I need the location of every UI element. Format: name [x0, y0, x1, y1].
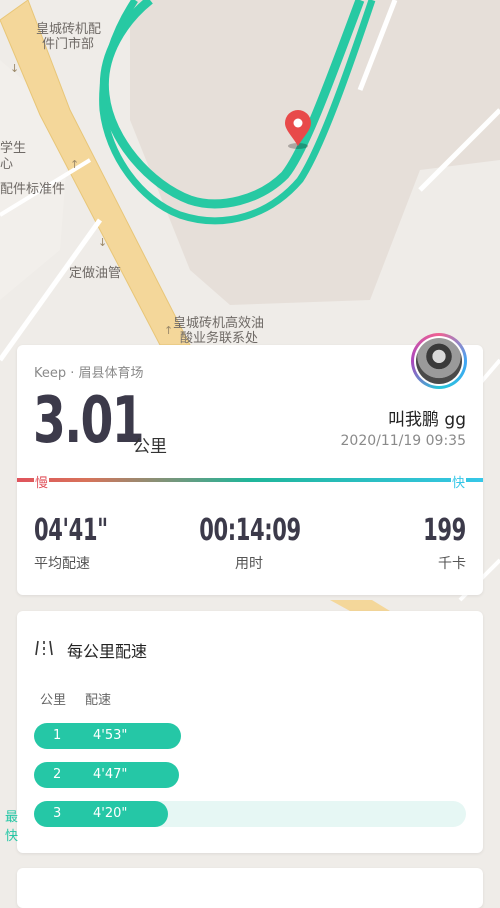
road-arrow-icon: ↑: [70, 158, 79, 171]
col-km-header: 公里: [40, 693, 67, 708]
slow-label: 慢: [34, 472, 50, 491]
map-label: 配件标准件: [0, 182, 66, 197]
road-arrow-icon: ↑: [164, 324, 173, 337]
splits-title: 每公里配速: [67, 642, 148, 661]
split-km: 3: [53, 806, 62, 821]
distance-unit: 公里: [133, 437, 167, 457]
map-label: 定做油管: [69, 266, 122, 281]
split-km: 1: [53, 728, 62, 743]
road-arrow-icon: ↓: [10, 62, 19, 75]
splits-card: 每公里配速 公里 配速 1 4'53" 2 4'47" 3 4'20" 最快: [5, 611, 483, 853]
pace-gradient-bar: [17, 478, 483, 482]
duration-label: 用时: [235, 556, 263, 572]
pace-splits-icon: [35, 640, 53, 656]
avg-pace-label: 平均配速: [34, 556, 90, 572]
split-km: 2: [53, 767, 62, 782]
run-summary-card: Keep · 眉县体育场 3.01 公里 叫我鹏 gg 2020/11/19 0…: [17, 333, 483, 595]
next-card: [17, 868, 483, 908]
avatar-photo: [416, 338, 462, 384]
split-pace: 4'20": [93, 806, 128, 821]
map-label: 皇城砖机配: [36, 22, 102, 37]
map-label: 学生: [0, 141, 27, 156]
calories-value: 199: [423, 513, 466, 548]
map-label: 件门市部: [42, 37, 95, 52]
fast-label: 快: [450, 472, 466, 491]
col-pace-header: 配速: [85, 693, 112, 708]
calories-label: 千卡: [438, 556, 466, 572]
run-datetime: 2020/11/19 09:35: [340, 433, 467, 449]
map-label: 皇城砖机高效油: [173, 316, 265, 331]
username: 叫我鹏 gg: [388, 410, 466, 430]
avatar[interactable]: [411, 333, 467, 389]
map-label: 心: [0, 157, 14, 172]
fastest-badge: 最快: [4, 810, 18, 844]
avg-pace-value: 04'41": [34, 513, 108, 548]
duration-value: 00:14:09: [199, 513, 301, 548]
split-pace: 4'47": [93, 767, 128, 782]
split-pace: 4'53": [93, 728, 128, 743]
distance-value: 3.01: [33, 384, 145, 458]
run-source: Keep · 眉县体育场: [34, 366, 144, 381]
road-arrow-icon: ↓: [98, 236, 107, 249]
